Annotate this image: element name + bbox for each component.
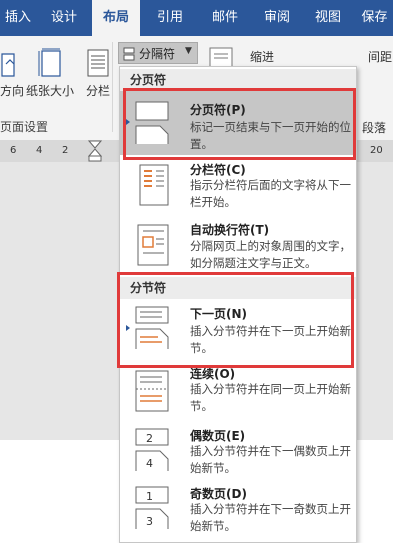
orientation-label[interactable]: 方向	[0, 82, 24, 99]
svg-text:2: 2	[146, 432, 153, 445]
ribbon-divider	[112, 42, 113, 132]
menu-item-title: 奇数页(D)	[190, 487, 247, 501]
tab-design[interactable]: 设计	[40, 0, 88, 36]
tab-save[interactable]: 保存	[356, 0, 393, 36]
svg-text:4: 4	[146, 457, 153, 470]
tab-insert[interactable]: 插入	[0, 0, 36, 36]
column-break-icon	[139, 164, 169, 206]
tab-layout[interactable]: 布局	[92, 0, 140, 36]
menu-item-desc: 插入分节符并在下一奇数页上开始新节。	[190, 502, 351, 533]
ribbon-tab-bar: 插入 设计 布局 引用 邮件 审阅 视图 保存	[0, 0, 393, 36]
menu-item-odd-page[interactable]: 1 3 奇数页(D) 插入分节符并在下一奇数页上开始新节。	[120, 481, 356, 541]
highlight-box-page-break	[123, 88, 356, 160]
breaks-button[interactable]: 分隔符 ▼	[118, 42, 198, 64]
continuous-icon	[135, 370, 169, 412]
tab-mailings[interactable]: 邮件	[200, 0, 250, 36]
svg-text:3: 3	[146, 515, 153, 528]
indent-marker-icon[interactable]	[88, 140, 102, 162]
svg-text:1: 1	[146, 490, 153, 503]
menu-item-even-page[interactable]: 2 4 偶数页(E) 插入分节符并在下一偶数页上开始新节。	[120, 423, 356, 481]
breaks-icon	[123, 47, 135, 61]
menu-item-desc: 插入分节符并在同一页上开始新节。	[190, 382, 351, 413]
text-wrapping-icon	[137, 224, 169, 266]
paper-size-label[interactable]: 纸张大小	[26, 82, 74, 99]
menu-item-desc: 分隔网页上的对象周围的文字，如分隔题注文字与正文。	[190, 239, 351, 270]
highlight-box-next-page	[117, 272, 354, 368]
menu-item-desc: 指示分栏符后面的文字将从下一栏开始。	[190, 178, 351, 209]
spacing-label: 间距	[368, 50, 393, 64]
menu-item-title: 自动换行符(T)	[190, 223, 270, 237]
even-page-icon: 2 4	[135, 428, 169, 471]
menu-item-continuous[interactable]: 连续(O) 插入分节符并在同一页上开始新节。	[120, 363, 356, 421]
ruler-number: 2	[62, 145, 69, 156]
columns-icon[interactable]	[86, 48, 110, 78]
menu-item-title: 偶数页(E)	[190, 429, 246, 443]
indent-label: 缩进	[250, 50, 275, 64]
tab-view[interactable]: 视图	[304, 0, 352, 36]
tab-references[interactable]: 引用	[144, 0, 196, 36]
menu-item-column-break[interactable]: 分栏符(C) 指示分栏符后面的文字将从下一栏开始。	[120, 161, 356, 219]
ruler-number: 6	[10, 145, 17, 156]
tab-review[interactable]: 审阅	[254, 0, 300, 36]
menu-item-desc: 插入分节符并在下一偶数页上开始新节。	[190, 444, 351, 475]
paragraph-label: 段落	[362, 121, 387, 135]
odd-page-icon: 1 3	[135, 486, 169, 529]
breaks-button-label: 分隔符	[139, 47, 176, 61]
chevron-down-icon: ▼	[185, 46, 192, 56]
page-setup-label: 页面设置	[0, 120, 49, 134]
menu-item-text-wrapping-break[interactable]: 自动换行符(T) 分隔网页上的对象周围的文字，如分隔题注文字与正文。	[120, 219, 356, 279]
ruler-number: 20	[370, 145, 383, 156]
ruler-number: 4	[36, 145, 43, 156]
paper-size-icon[interactable]	[38, 48, 64, 78]
menu-item-title: 分栏符(C)	[190, 163, 246, 177]
columns-label[interactable]: 分栏	[86, 82, 110, 99]
orientation-icon[interactable]	[0, 50, 18, 78]
